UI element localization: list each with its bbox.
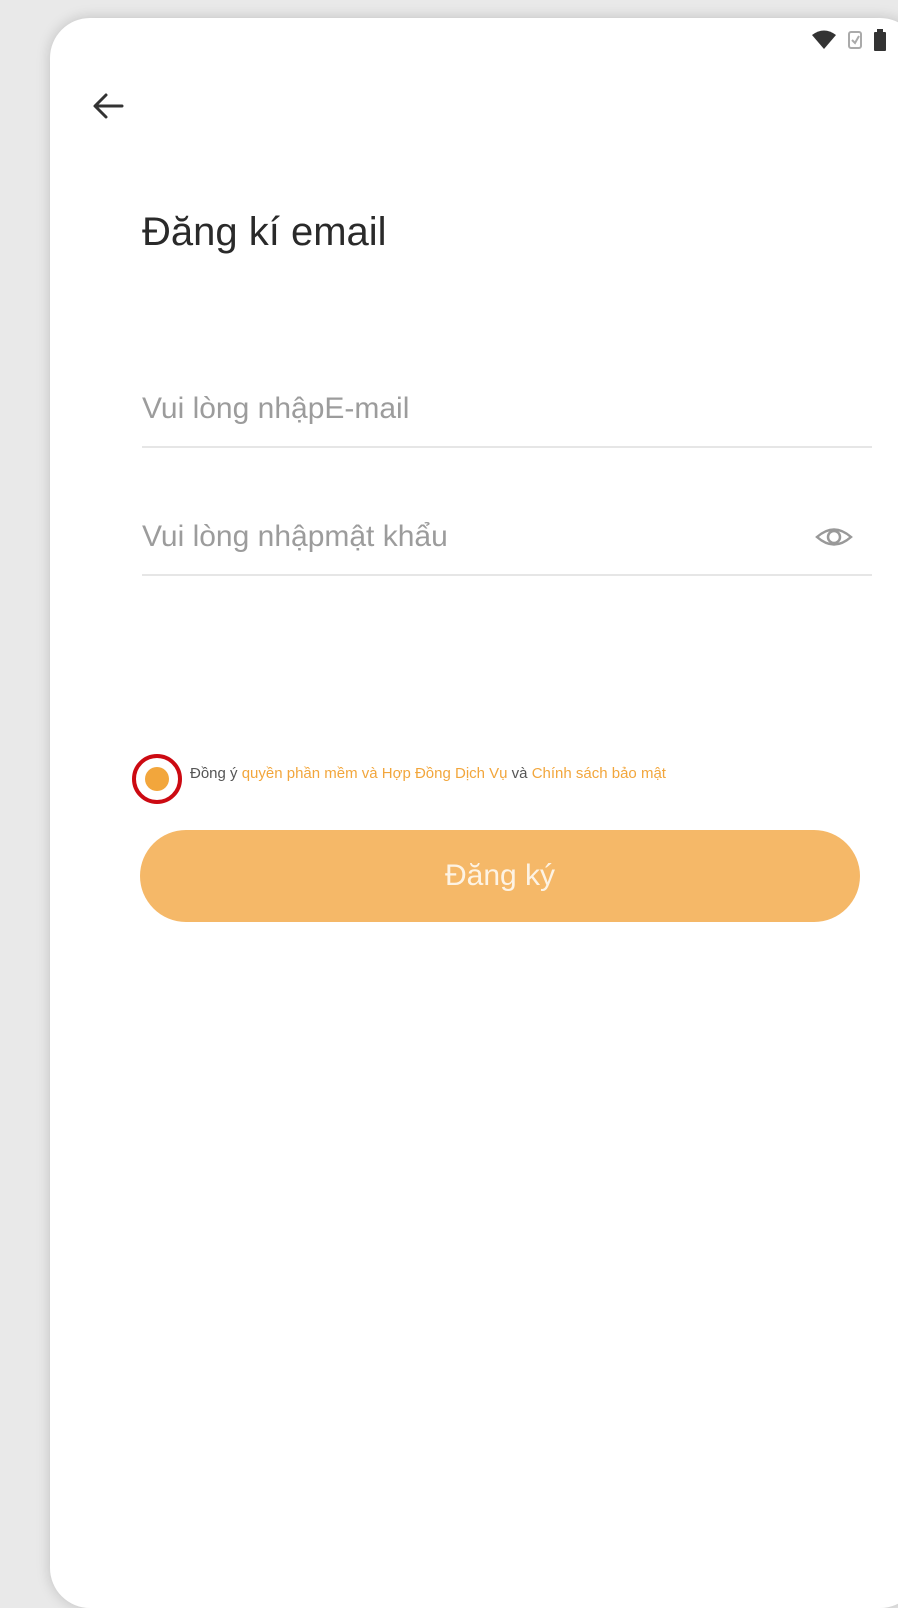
- email-field-container: [142, 376, 872, 448]
- show-password-toggle[interactable]: [814, 520, 854, 554]
- status-bar: 10: [812, 26, 898, 54]
- page-title: Đăng kí email: [142, 210, 387, 255]
- wifi-icon: [812, 30, 836, 50]
- eye-icon: [814, 520, 854, 554]
- check-dot-icon: [145, 767, 169, 791]
- agreement-prefix: Đồng ý: [190, 765, 242, 782]
- password-input[interactable]: [142, 504, 782, 570]
- agreement-middle: và: [508, 765, 532, 782]
- battery-icon: [874, 29, 886, 51]
- agreement-text: Đồng ý quyền phần mềm và Hợp Đồng Dịch V…: [190, 752, 830, 784]
- register-button[interactable]: Đăng ký: [140, 830, 860, 922]
- password-field-container: [142, 504, 872, 576]
- agreement-row: Đồng ý quyền phần mềm và Hợp Đồng Dịch V…: [132, 752, 832, 804]
- phone-screen: 10 Đăng kí email Đồng ý quyền phần mềm v…: [50, 18, 898, 1608]
- arrow-left-icon: [88, 86, 128, 126]
- email-input[interactable]: [142, 376, 782, 442]
- agree-checkbox[interactable]: [132, 754, 182, 804]
- privacy-link[interactable]: Chính sách bảo mật: [532, 765, 666, 782]
- signal-icon: [848, 30, 862, 50]
- back-button[interactable]: [88, 86, 128, 126]
- terms-link[interactable]: quyền phần mềm và Hợp Đồng Dịch Vụ: [242, 765, 508, 782]
